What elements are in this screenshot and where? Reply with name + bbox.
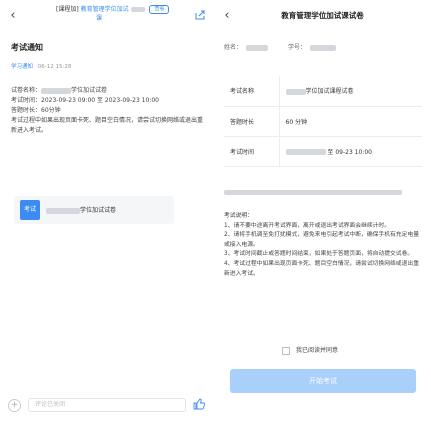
blurred-text xyxy=(285,149,326,155)
user-info-row: 姓名： 学号： xyxy=(224,42,424,51)
notice-header-tag: [课程加] xyxy=(56,6,79,13)
attachment-name-text: 学位加试试卷 xyxy=(80,207,117,214)
exam-time-value: 至 09-23 10:00 xyxy=(327,148,372,156)
notice-panel: ‹ [课程加] 教育管理学位加试 查看 课 考试通知 学习通知 06-12 15… xyxy=(0,0,214,426)
duration-line: 答题时长：60分钟 xyxy=(11,106,206,116)
start-exam-button[interactable]: 开始考试 xyxy=(230,369,416,393)
exam-attachment-card[interactable]: 考试 学位加试试卷 xyxy=(14,196,174,224)
instruction-item: 1、请不要中途离开考试界面，离开或退出考试界面会继续计时。 xyxy=(224,222,391,229)
exam-title: 教育管理学位加试课试卷 xyxy=(281,11,364,20)
blurred-text xyxy=(41,87,72,94)
exam-name-value: 学位加试试卷 xyxy=(71,87,108,94)
attachment-name: 学位加试试卷 xyxy=(46,205,116,214)
exam-header: ‹ 教育管理学位加试课试卷 xyxy=(214,0,431,30)
blurred-text xyxy=(285,88,306,95)
instruction-item: 2、请将手机调至免打扰模式，避免来电引起考试中断，确保手机有充足电量或接入电源。 xyxy=(224,232,419,248)
table-value: 学位加试课程试卷 xyxy=(279,76,422,107)
table-value: 至 09-23 10:00 xyxy=(279,136,422,167)
table-row: 答题时长 60 分钟 xyxy=(224,106,422,137)
duration-value: 60分钟 xyxy=(41,107,61,114)
table-row: 考试名称 学位加试课程试卷 xyxy=(224,76,422,107)
table-key: 考试名称 xyxy=(224,76,280,107)
exam-icon: 考试 xyxy=(20,200,40,220)
thumbs-up-icon[interactable] xyxy=(192,397,206,411)
notice-header-link-tail[interactable]: 课 xyxy=(96,15,102,22)
exam-instructions: 考试说明： 1、请不要中途离开考试界面，离开或退出考试界面会继续计时。 2、请将… xyxy=(224,212,422,279)
notice-meta: 学习通知 06-12 15:28 xyxy=(11,62,71,70)
exam-name-value: 学位加试课程试卷 xyxy=(305,88,354,96)
instruction-item: 4、考试过程中如果出现页面卡死、题目空白情况，请尝试切换网络或退出重新进入考试。 xyxy=(224,260,419,277)
id-label: 学号： xyxy=(287,44,306,51)
notice-header-title: [课程加] 教育管理学位加试 查看 课 xyxy=(56,5,186,29)
duration-label: 答题时长： xyxy=(11,107,42,114)
notice-header: ‹ [课程加] 教育管理学位加试 查看 课 xyxy=(0,0,214,32)
add-icon[interactable]: + xyxy=(8,399,21,412)
notice-tip: 考试过程中如果出现页面卡死、题目空白情况，请尝试切换网络或退出重新进入考试。 xyxy=(11,117,204,134)
instructions-title: 考试说明： xyxy=(224,213,253,219)
exam-panel: ‹ 教育管理学位加试课试卷 姓名： 学号： 考试名称 学位加试课程试卷 答题时长… xyxy=(214,0,431,426)
agree-label: 我已阅读并同意 xyxy=(296,347,339,354)
blurred-text xyxy=(46,207,80,214)
table-value: 60 分钟 xyxy=(279,106,422,137)
agree-checkbox-row[interactable]: 我已阅读并同意 xyxy=(282,345,338,355)
blurred-text xyxy=(224,182,404,195)
exam-time-value: 2023-09-23 09:00 至 2023-09-23 10:00 xyxy=(41,97,159,104)
notice-datetime: 06-12 15:28 xyxy=(37,64,72,70)
exam-name-line: 试卷名称： 学位加试试卷 xyxy=(11,86,206,96)
table-row: 考试时间 至 09-23 10:00 xyxy=(224,136,422,167)
comment-bar: + 评论已关闭 xyxy=(8,396,206,414)
notice-title: 考试通知 xyxy=(11,43,43,52)
exam-name-label: 试卷名称： xyxy=(11,87,42,94)
share-icon[interactable] xyxy=(194,9,206,21)
agree-checkbox[interactable] xyxy=(282,346,290,355)
notice-header-link[interactable]: 教育管理学位加试 xyxy=(81,6,129,13)
exam-time-label: 考试时间： xyxy=(11,97,42,104)
exam-time-line: 考试时间：2023-09-23 09:00 至 2023-09-23 10:00 xyxy=(11,96,206,106)
exam-info-table: 考试名称 学位加试课程试卷 答题时长 60 分钟 考试时间 至 09-23 10… xyxy=(224,76,422,167)
blurred-text xyxy=(246,44,269,51)
blurred-text xyxy=(309,44,336,51)
table-key: 考试时间 xyxy=(224,136,280,167)
name-label: 姓名： xyxy=(224,44,243,51)
view-button[interactable]: 查看 xyxy=(149,5,170,14)
table-key: 答题时长 xyxy=(224,106,280,137)
back-icon[interactable]: ‹ xyxy=(7,9,19,23)
instruction-item: 3、考试时间截止或答题时间结束，如果处于答题页面，将自动提交试卷。 xyxy=(224,251,414,258)
notice-source[interactable]: 学习通知 xyxy=(11,64,33,70)
blurred-text xyxy=(130,7,145,12)
comment-input[interactable]: 评论已关闭 xyxy=(28,398,186,412)
notice-body: 试卷名称： 学位加试试卷 考试时间：2023-09-23 09:00 至 2023… xyxy=(11,86,206,136)
